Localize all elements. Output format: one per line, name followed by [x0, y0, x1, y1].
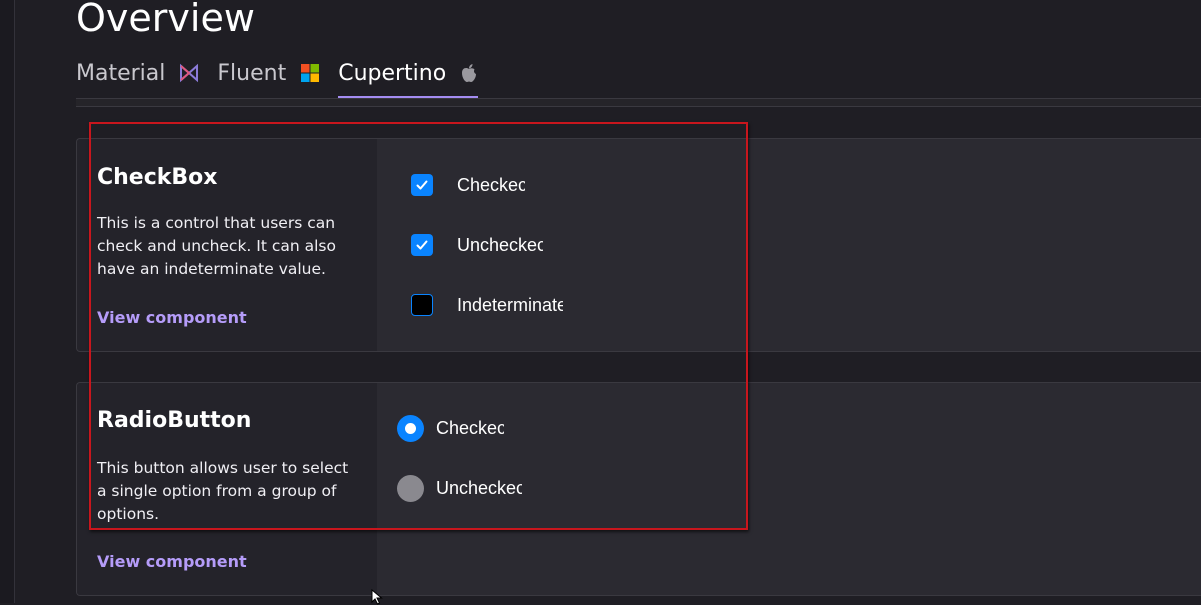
- card-description: This is a control that users can check a…: [97, 214, 336, 278]
- tab-cupertino[interactable]: Cupertino: [338, 56, 479, 98]
- checkbox-label: Checkec: [457, 174, 525, 195]
- card-title: CheckBox: [97, 165, 218, 190]
- radio-label: Uncheckec: [436, 477, 522, 498]
- tab-fluent[interactable]: Fluent: [217, 56, 320, 90]
- view-component-link[interactable]: View component: [97, 552, 247, 571]
- radio-row: Checkec: [397, 414, 504, 442]
- checkmark-icon: [416, 180, 428, 190]
- radio-checked[interactable]: [397, 414, 424, 442]
- radiobutton-card: RadioButton This button allows user to s…: [76, 382, 1201, 596]
- card-description: This button allows user to select a sing…: [97, 459, 349, 523]
- previous-card-edge: [76, 99, 1201, 107]
- radio-label: Checkec: [436, 417, 504, 438]
- tab-fluent-label: Fluent: [217, 60, 287, 86]
- checkbox-checked[interactable]: [411, 174, 433, 196]
- radio-dot: [405, 422, 416, 434]
- checkbox-row: Indeterminate: [411, 292, 563, 318]
- card-title: RadioButton: [97, 408, 252, 433]
- checkbox-info-panel: CheckBox This is a control that users ca…: [77, 139, 377, 351]
- material-icon: [180, 63, 199, 83]
- checkbox-row: Uncheckec: [411, 232, 543, 258]
- checkmark-icon: [416, 240, 428, 250]
- checkbox-card: CheckBox This is a control that users ca…: [76, 138, 1201, 352]
- windows-logo-icon: [301, 64, 320, 82]
- radiobutton-info-panel: RadioButton This button allows user to s…: [77, 383, 377, 595]
- design-system-tabs: Material Fluent Cupertino: [76, 56, 496, 98]
- checkbox-label: Indeterminate: [457, 294, 563, 315]
- tab-material[interactable]: Material: [76, 56, 199, 90]
- checkbox-indeterminate[interactable]: [411, 294, 433, 316]
- left-navigation-strip: [0, 0, 15, 603]
- checkbox-unchecked[interactable]: [411, 234, 433, 256]
- checkbox-row: Checkec: [411, 172, 525, 198]
- radio-row: Uncheckec: [397, 474, 522, 502]
- checkbox-label: Uncheckec: [457, 234, 543, 255]
- page-title: Overview: [76, 0, 255, 40]
- tab-material-label: Material: [76, 60, 166, 86]
- tab-cupertino-label: Cupertino: [338, 60, 447, 86]
- radio-unchecked[interactable]: [397, 474, 424, 502]
- apple-logo-icon: [462, 64, 477, 82]
- view-component-link[interactable]: View component: [97, 308, 247, 327]
